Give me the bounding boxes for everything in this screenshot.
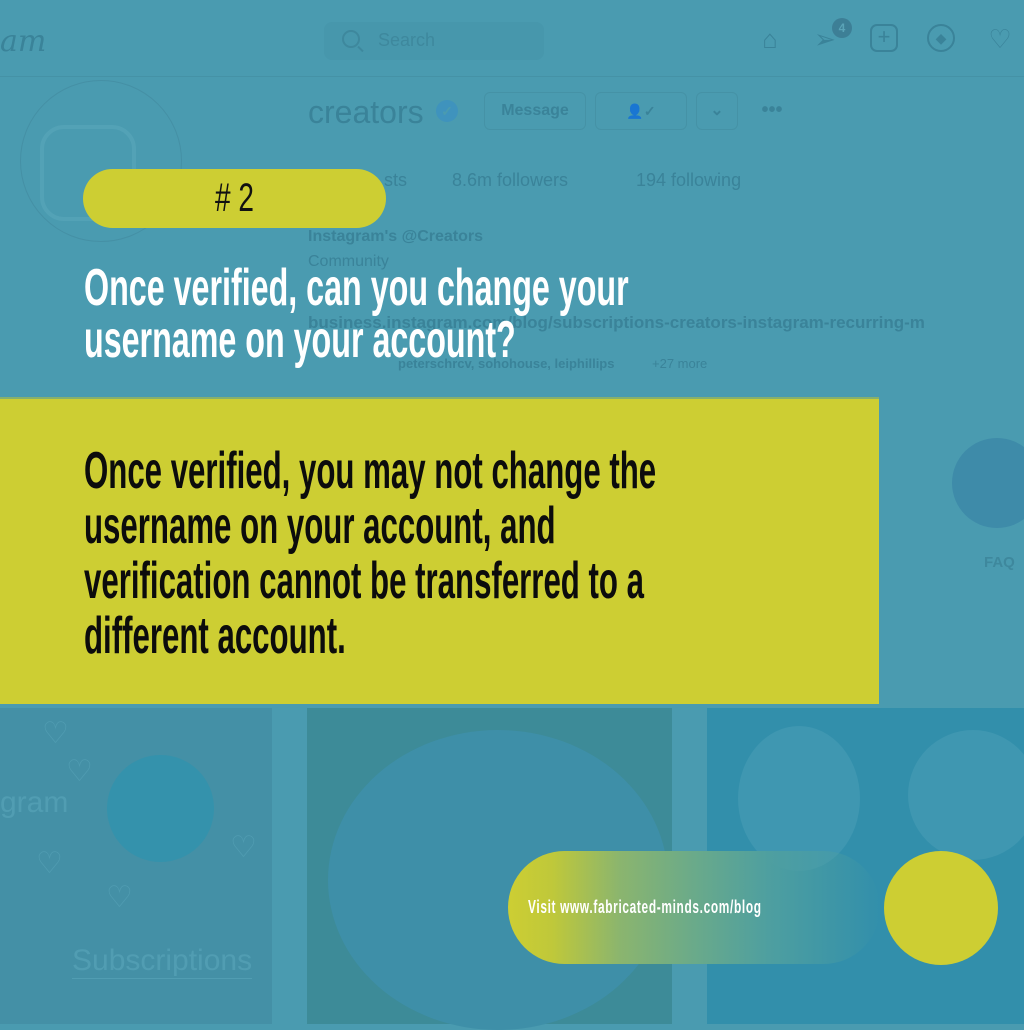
answer-line: verification cannot be transferred to a — [84, 552, 645, 610]
search-icon — [342, 30, 360, 48]
home-icon: ⌂ — [762, 24, 778, 54]
answer-line: Once verified, you may not change the — [84, 442, 657, 500]
question-heading: Once verified, can you change your usern… — [84, 262, 766, 366]
message-button: Message — [484, 92, 586, 130]
answer-line: different account. — [84, 607, 346, 665]
more-options-icon: ••• — [761, 99, 783, 121]
followers-stat: 8.6m followers — [452, 170, 569, 190]
heart-icon: ♡ — [106, 881, 133, 914]
heart-icon: ♡ — [988, 24, 1012, 54]
faq-highlight-label: FAQ — [984, 554, 1015, 571]
decorative-dot — [884, 851, 998, 965]
heart-icon: ♡ — [36, 847, 63, 880]
bio-name: Instagram's @Creators — [308, 228, 484, 245]
posts-stat: sts — [384, 170, 408, 190]
question-line: Once verified, can you change your — [84, 259, 629, 317]
creator-photo-circle — [107, 755, 214, 862]
following-button: 👤✓ — [595, 92, 687, 130]
answer-line: username on your account, and — [84, 497, 556, 555]
profile-username: creators — [308, 94, 424, 130]
creator-photo-circle — [738, 726, 860, 871]
heart-icon: ♡ — [230, 831, 257, 864]
new-post-icon: + — [870, 24, 898, 52]
search-placeholder: Search — [378, 30, 436, 50]
number-label: # 2 — [215, 176, 254, 220]
suggested-dropdown-button: ⌄ — [696, 92, 738, 130]
heart-icon: ♡ — [42, 717, 69, 750]
heart-icon: ♡ — [66, 755, 93, 788]
verified-badge-icon: ✓ — [436, 100, 458, 122]
faq-highlight-circle — [952, 438, 1024, 528]
direct-badge: 4 — [832, 18, 852, 38]
answer-text: Once verified, you may not change the us… — [84, 444, 864, 664]
explore-icon: ◆ — [927, 24, 955, 52]
following-stat: 194 following — [636, 170, 742, 190]
tile-text-subscriptions: Subscriptions — [72, 944, 253, 979]
question-line: username on your account? — [84, 311, 516, 369]
instagram-logo: am — [0, 24, 47, 59]
tile-text-gram: gram — [0, 786, 69, 819]
cta-link-text[interactable]: Visit www.fabricated-minds.com/blog — [528, 897, 832, 918]
